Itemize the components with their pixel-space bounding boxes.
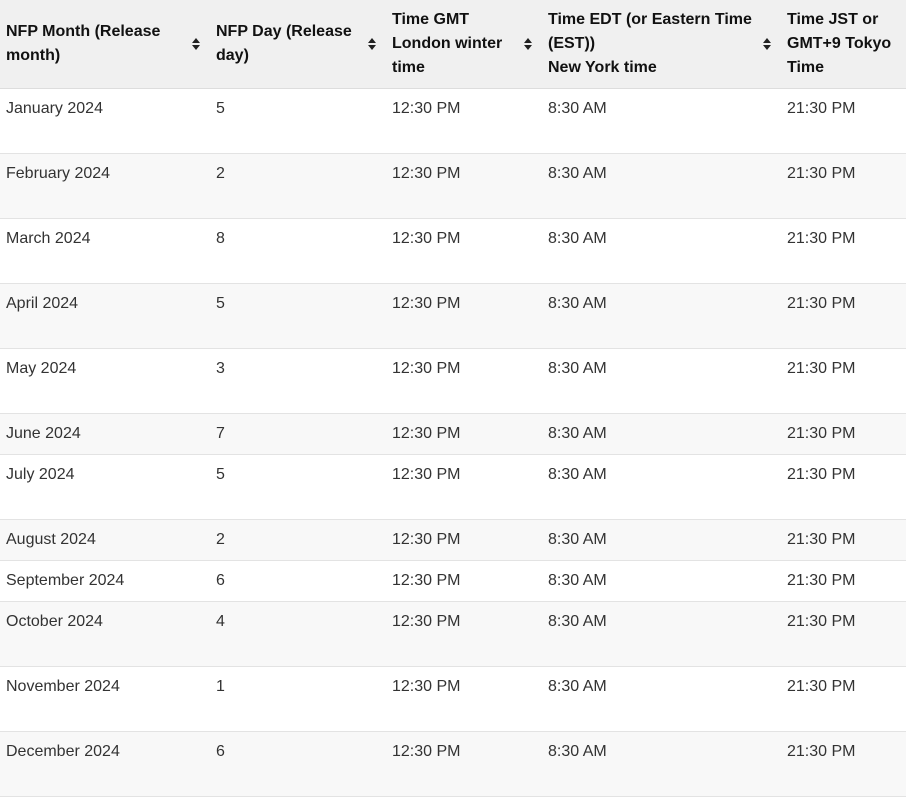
cell-time-gmt: 12:30 PM [386, 601, 542, 667]
sort-icon[interactable] [368, 37, 376, 51]
cell-day: 8 [210, 218, 386, 284]
cell-time-edt: 8:30 AM [542, 348, 781, 414]
cell-time-edt: 8:30 AM [542, 454, 781, 520]
table-row: August 2024 2 12:30 PM 8:30 AM 21:30 PM [0, 519, 906, 561]
cell-time-gmt: 12:30 PM [386, 731, 542, 797]
cell-month: August 2024 [0, 519, 210, 561]
cell-time-jst: 21:30 PM [781, 519, 906, 561]
table-row: March 2024 8 12:30 PM 8:30 AM 21:30 PM [0, 218, 906, 284]
cell-month: October 2024 [0, 601, 210, 667]
table-row: April 2024 5 12:30 PM 8:30 AM 21:30 PM [0, 283, 906, 349]
cell-time-edt: 8:30 AM [542, 153, 781, 219]
cell-time-gmt: 12:30 PM [386, 218, 542, 284]
sort-icon[interactable] [524, 37, 532, 51]
column-header-label: NFP Day (Release day) [216, 22, 352, 64]
cell-month: February 2024 [0, 153, 210, 219]
cell-time-jst: 21:30 PM [781, 153, 906, 219]
cell-month: December 2024 [0, 731, 210, 797]
table-body: January 2024 5 12:30 PM 8:30 AM 21:30 PM Febr… [0, 88, 906, 797]
cell-day: 2 [210, 519, 386, 561]
cell-month: November 2024 [0, 666, 210, 732]
table-row: January 2024 5 12:30 PM 8:30 AM 21:30 PM [0, 88, 906, 154]
table-row: November 2024 1 12:30 PM 8:30 AM 21:30 PM [0, 666, 906, 732]
table-row: December 2024 6 12:30 PM 8:30 AM 21:30 PM [0, 731, 906, 797]
cell-time-jst: 21:30 PM [781, 666, 906, 732]
cell-time-gmt: 12:30 PM [386, 560, 542, 602]
cell-time-gmt: 12:30 PM [386, 88, 542, 154]
column-header-label: Time EDT (or Eastern Time (EST)) New Yor… [548, 10, 752, 76]
cell-month: June 2024 [0, 413, 210, 455]
sort-icon[interactable] [763, 37, 771, 51]
cell-day: 5 [210, 283, 386, 349]
header-row: NFP Month (Release month) NFP Day (Relea… [0, 0, 906, 89]
cell-month: April 2024 [0, 283, 210, 349]
cell-month: September 2024 [0, 560, 210, 602]
cell-month: January 2024 [0, 88, 210, 154]
column-header-time-edt[interactable]: Time EDT (or Eastern Time (EST)) New Yor… [542, 0, 781, 89]
cell-time-jst: 21:30 PM [781, 601, 906, 667]
cell-time-gmt: 12:30 PM [386, 454, 542, 520]
column-header-time-gmt[interactable]: Time GMT London winter time [386, 0, 542, 89]
cell-time-edt: 8:30 AM [542, 283, 781, 349]
cell-day: 6 [210, 731, 386, 797]
cell-day: 4 [210, 601, 386, 667]
cell-time-jst: 21:30 PM [781, 731, 906, 797]
table-header: NFP Month (Release month) NFP Day (Relea… [0, 0, 906, 89]
cell-day: 6 [210, 560, 386, 602]
cell-time-jst: 21:30 PM [781, 88, 906, 154]
cell-time-jst: 21:30 PM [781, 413, 906, 455]
column-header-label: NFP Month (Release month) [6, 22, 161, 64]
cell-month: March 2024 [0, 218, 210, 284]
column-header-nfp-month[interactable]: NFP Month (Release month) [0, 0, 210, 89]
cell-time-edt: 8:30 AM [542, 218, 781, 284]
sort-icon[interactable] [192, 37, 200, 51]
cell-time-edt: 8:30 AM [542, 666, 781, 732]
cell-time-edt: 8:30 AM [542, 601, 781, 667]
column-header-time-jst[interactable]: Time JST or GMT+9 Tokyo Time [781, 0, 906, 89]
cell-day: 2 [210, 153, 386, 219]
cell-time-jst: 21:30 PM [781, 560, 906, 602]
cell-time-edt: 8:30 AM [542, 519, 781, 561]
column-header-nfp-day[interactable]: NFP Day (Release day) [210, 0, 386, 89]
cell-day: 1 [210, 666, 386, 732]
table-row: June 2024 7 12:30 PM 8:30 AM 21:30 PM [0, 413, 906, 455]
cell-time-jst: 21:30 PM [781, 218, 906, 284]
cell-day: 7 [210, 413, 386, 455]
cell-day: 5 [210, 454, 386, 520]
cell-time-gmt: 12:30 PM [386, 348, 542, 414]
cell-day: 5 [210, 88, 386, 154]
cell-time-gmt: 12:30 PM [386, 283, 542, 349]
cell-time-gmt: 12:30 PM [386, 519, 542, 561]
cell-time-gmt: 12:30 PM [386, 153, 542, 219]
column-header-label: Time GMT London winter time [392, 10, 503, 76]
table-row: February 2024 2 12:30 PM 8:30 AM 21:30 PM [0, 153, 906, 219]
cell-time-edt: 8:30 AM [542, 413, 781, 455]
table-row: July 2024 5 12:30 PM 8:30 AM 21:30 PM [0, 454, 906, 520]
cell-month: July 2024 [0, 454, 210, 520]
cell-day: 3 [210, 348, 386, 414]
cell-month: May 2024 [0, 348, 210, 414]
cell-time-jst: 21:30 PM [781, 283, 906, 349]
cell-time-edt: 8:30 AM [542, 88, 781, 154]
nfp-schedule-table: NFP Month (Release month) NFP Day (Relea… [0, 0, 906, 797]
table-row: May 2024 3 12:30 PM 8:30 AM 21:30 PM [0, 348, 906, 414]
cell-time-gmt: 12:30 PM [386, 413, 542, 455]
table-row: September 2024 6 12:30 PM 8:30 AM 21:30 PM [0, 560, 906, 602]
cell-time-jst: 21:30 PM [781, 348, 906, 414]
cell-time-edt: 8:30 AM [542, 731, 781, 797]
cell-time-edt: 8:30 AM [542, 560, 781, 602]
cell-time-gmt: 12:30 PM [386, 666, 542, 732]
cell-time-jst: 21:30 PM [781, 454, 906, 520]
table-row: October 2024 4 12:30 PM 8:30 AM 21:30 PM [0, 601, 906, 667]
column-header-label: Time JST or GMT+9 Tokyo Time [787, 10, 892, 76]
